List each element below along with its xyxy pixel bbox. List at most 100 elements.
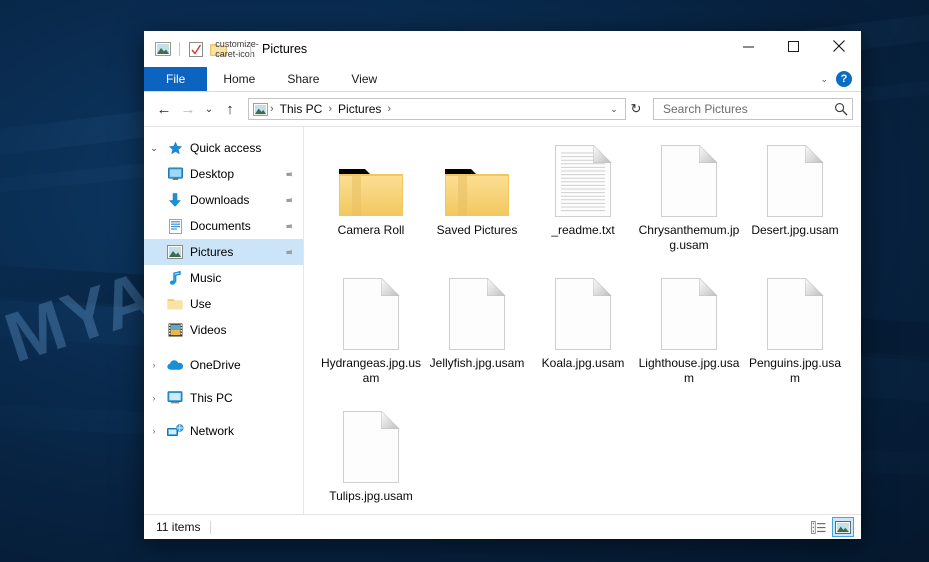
generic-file-icon (660, 145, 718, 217)
generic-file-icon (766, 145, 824, 217)
sidebar-item-network[interactable]: › Network (144, 418, 303, 444)
file-list-view[interactable]: Camera Roll Saved Pictures _readme.txt Chry… (304, 127, 861, 514)
properties-icon[interactable] (185, 38, 207, 60)
file-tile[interactable]: Tulips.jpg.usam (318, 403, 424, 514)
minimize-button[interactable] (726, 31, 771, 61)
breadcrumb-this-pc[interactable]: This PC (275, 100, 328, 118)
generic-file-icon (660, 278, 718, 350)
file-name-label: Hydrangeas.jpg.usam (320, 356, 422, 385)
file-thumbnail (554, 141, 612, 217)
file-tile[interactable]: Lighthouse.jpg.usam (636, 270, 742, 403)
text-file-icon (554, 145, 612, 217)
sidebar-item-desktop[interactable]: Desktop (144, 161, 303, 187)
sidebar-item-quick-access[interactable]: ⌄ Quick access (144, 135, 303, 161)
file-tile[interactable]: Jellyfish.jpg.usam (424, 270, 530, 403)
cloud-icon (164, 359, 186, 371)
large-icons-view-button[interactable] (832, 517, 854, 537)
chevron-right-icon[interactable]: › (144, 426, 164, 436)
tab-view[interactable]: View (335, 67, 393, 91)
sidebar-item-label: Network (190, 424, 235, 438)
ribbon-right-controls: ⌄ ? (820, 67, 861, 91)
chevron-down-icon[interactable]: ⌄ (144, 143, 164, 154)
pin-icon[interactable] (280, 218, 295, 233)
sidebar-item-documents[interactable]: Documents (144, 213, 303, 239)
sidebar-item-downloads[interactable]: Downloads (144, 187, 303, 213)
file-thumbnail (660, 274, 718, 350)
maximize-button[interactable] (771, 31, 816, 61)
pictures-folder-icon[interactable] (152, 38, 174, 60)
sidebar-item-use[interactable]: Use (144, 291, 303, 317)
sidebar-item-onedrive[interactable]: › OneDrive (144, 352, 303, 378)
sidebar-item-pictures[interactable]: Pictures (144, 239, 303, 265)
forward-button[interactable]: → (176, 97, 200, 121)
video-icon (164, 323, 186, 337)
details-view-button[interactable] (807, 517, 829, 537)
tab-home[interactable]: Home (207, 67, 271, 91)
file-name-label: Koala.jpg.usam (541, 356, 625, 370)
breadcrumb-separator[interactable]: › (386, 103, 392, 115)
generic-file-icon (554, 278, 612, 350)
sidebar-item-label: Pictures (190, 245, 234, 259)
pin-icon[interactable] (280, 244, 295, 259)
file-thumbnail (448, 274, 506, 350)
sidebar-item-label: This PC (190, 391, 233, 405)
generic-file-icon (342, 411, 400, 483)
file-tile[interactable]: Camera Roll (318, 137, 424, 270)
view-mode-buttons (807, 517, 854, 537)
file-tile[interactable]: Penguins.jpg.usam (742, 270, 848, 403)
file-tile[interactable]: Hydrangeas.jpg.usam (318, 270, 424, 403)
folder-icon (164, 297, 186, 311)
address-dropdown-caret-icon[interactable]: ⌄ (605, 104, 623, 115)
up-button[interactable]: ↑ (218, 97, 242, 121)
sidebar-item-videos[interactable]: Videos (144, 317, 303, 343)
breadcrumb-pictures[interactable]: Pictures (333, 100, 386, 118)
file-thumbnail (444, 141, 510, 217)
file-name-label: Jellyfish.jpg.usam (429, 356, 525, 370)
sidebar-item-label: Documents (190, 219, 251, 233)
chevron-right-icon[interactable]: › (144, 393, 164, 403)
status-divider (210, 520, 212, 534)
pin-icon[interactable] (280, 166, 295, 181)
document-icon (164, 218, 186, 234)
file-name-label: Penguins.jpg.usam (748, 356, 842, 385)
toolbar-divider (250, 42, 251, 56)
network-icon (164, 424, 186, 438)
sidebar-item-this-pc[interactable]: › This PC (144, 385, 303, 411)
refresh-button[interactable]: ↻ (626, 101, 646, 117)
desktop-background: MYANTISPYWARE.COM (0, 0, 929, 562)
sidebar-item-label: Music (190, 271, 222, 285)
search-input[interactable] (661, 101, 834, 117)
folder-icon (444, 163, 510, 217)
expand-ribbon-caret-icon[interactable]: ⌄ (820, 74, 828, 85)
sidebar-item-label: OneDrive (190, 358, 241, 372)
chevron-right-icon[interactable]: › (144, 360, 164, 370)
generic-file-icon (342, 278, 400, 350)
sidebar-item-label: Videos (190, 323, 227, 337)
star-icon (164, 141, 186, 156)
sidebar-item-music[interactable]: Music (144, 265, 303, 291)
file-name-label: Desert.jpg.usam (751, 223, 839, 237)
recent-locations-caret-icon[interactable]: ⌄ (200, 97, 218, 121)
sidebar-item-label: Downloads (190, 193, 250, 207)
navigation-bar: ← → ⌄ ↑ › This PC › Pictures › ⌄ ↻ Searc… (144, 92, 861, 126)
file-name-label: Tulips.jpg.usam (329, 489, 413, 503)
file-tile[interactable]: Koala.jpg.usam (530, 270, 636, 403)
file-tile[interactable]: Saved Pictures (424, 137, 530, 270)
address-bar[interactable]: › This PC › Pictures › ⌄ (248, 98, 626, 120)
close-button[interactable] (816, 31, 861, 61)
search-box[interactable] (653, 98, 853, 120)
help-icon[interactable]: ? (836, 71, 852, 87)
file-tile[interactable]: _readme.txt (530, 137, 636, 270)
tab-share[interactable]: Share (271, 67, 335, 91)
back-button[interactable]: ← (152, 97, 176, 121)
search-icon[interactable] (834, 102, 848, 116)
file-thumbnail (660, 141, 718, 217)
pin-icon[interactable] (280, 192, 295, 207)
file-tile[interactable]: Desert.jpg.usam (742, 137, 848, 270)
tab-file[interactable]: File (144, 67, 208, 91)
file-explorer-window: customize-caret-icon Pictures File Home … (144, 31, 861, 539)
desktop-icon (164, 167, 186, 181)
file-name-label: Chrysanthemum.jpg.usam (638, 223, 740, 252)
customize-qat-caret-icon[interactable]: customize-caret-icon (215, 39, 259, 59)
file-tile[interactable]: Chrysanthemum.jpg.usam (636, 137, 742, 270)
